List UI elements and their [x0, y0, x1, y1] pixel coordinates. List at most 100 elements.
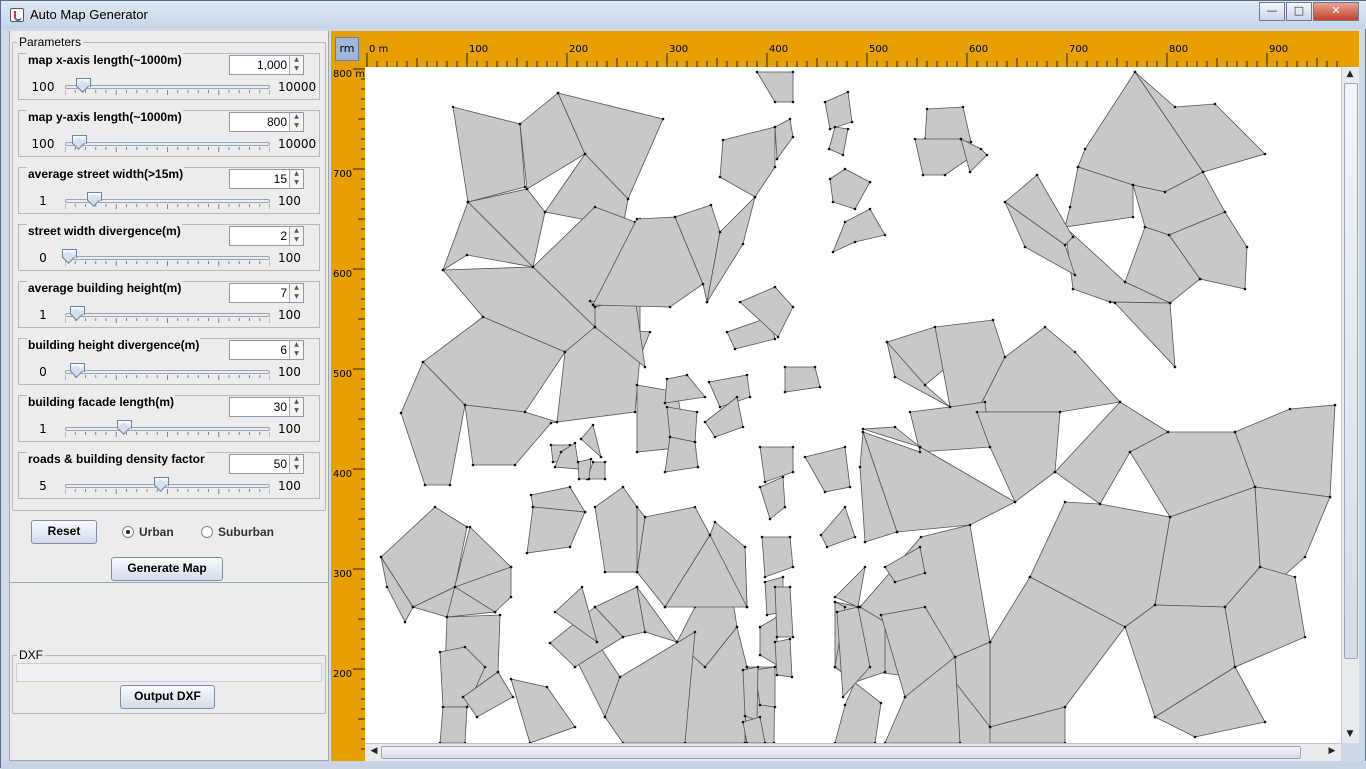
- spinner-value[interactable]: 15: [274, 172, 287, 186]
- spinner-down-icon[interactable]: ▼: [289, 122, 303, 131]
- spinner-down-icon[interactable]: ▼: [289, 236, 303, 245]
- spinner-up-icon[interactable]: ▲: [289, 56, 303, 65]
- building-vertex: [568, 545, 572, 549]
- spinner-value[interactable]: 6: [280, 343, 287, 357]
- maximize-button[interactable]: □: [1286, 2, 1312, 21]
- scroll-right-arrow[interactable]: ▶: [1325, 746, 1339, 756]
- slider-thumb[interactable]: [154, 477, 169, 491]
- suburban-radio[interactable]: [201, 526, 213, 538]
- building-vertex: [741, 425, 745, 429]
- building-vertex: [791, 135, 795, 139]
- ruler-unit-toggle[interactable]: rm: [335, 37, 359, 61]
- building-vertex: [465, 525, 469, 529]
- parameter-spinner[interactable]: 2 ▲ ▼: [229, 226, 304, 246]
- scroll-down-arrow[interactable]: ▼: [1343, 729, 1357, 739]
- spinner-value[interactable]: 1,000: [257, 58, 287, 72]
- scroll-left-arrow[interactable]: ◀: [367, 746, 381, 756]
- slider-thumb[interactable]: [76, 78, 91, 92]
- building-vertex: [827, 147, 831, 151]
- spinner-value[interactable]: 30: [274, 400, 287, 414]
- building-vertex: [663, 401, 667, 405]
- slider-track[interactable]: [65, 427, 270, 431]
- close-button[interactable]: ✕: [1313, 2, 1359, 21]
- slider-track[interactable]: [65, 256, 270, 260]
- parameter-spinner[interactable]: 50 ▲ ▼: [229, 454, 304, 474]
- spinner-value[interactable]: 50: [274, 457, 287, 471]
- map-canvas[interactable]: [365, 67, 1341, 743]
- slider-thumb[interactable]: [70, 363, 85, 377]
- building-vertex: [593, 205, 597, 209]
- vertical-scrollbar[interactable]: ▲ ▼: [1341, 67, 1359, 743]
- spinner-down-icon[interactable]: ▼: [289, 407, 303, 416]
- building-vertex: [525, 187, 529, 191]
- building-vertex: [1223, 605, 1227, 609]
- parameter-spinner[interactable]: 7 ▲ ▼: [229, 283, 304, 303]
- building-vertex: [846, 90, 850, 94]
- parameter-spinner[interactable]: 800 ▲ ▼: [229, 112, 304, 132]
- urban-radio[interactable]: [122, 526, 134, 538]
- slider-thumb[interactable]: [87, 192, 102, 206]
- building-vertex: [509, 565, 513, 569]
- horizontal-scrollbar[interactable]: ◀ ▶: [365, 743, 1341, 761]
- building-vertex: [823, 490, 827, 494]
- spinner-up-icon[interactable]: ▲: [289, 398, 303, 407]
- scroll-up-arrow[interactable]: ▲: [1343, 69, 1357, 79]
- spinner-up-icon[interactable]: ▲: [289, 227, 303, 236]
- building-vertex: [1073, 350, 1077, 354]
- building-vertex: [1131, 215, 1135, 219]
- slider-thumb[interactable]: [70, 306, 85, 320]
- generate-map-button[interactable]: Generate Map: [111, 557, 223, 581]
- building-polygon: [824, 91, 853, 130]
- spinner-value[interactable]: 2: [280, 229, 287, 243]
- suburban-label[interactable]: Suburban: [218, 525, 274, 539]
- spinner-up-icon[interactable]: ▲: [289, 170, 303, 179]
- parameter-row: building height divergence(m) 6 ▲ ▼ 0 10…: [18, 338, 320, 385]
- building-vertex: [463, 403, 467, 407]
- building-vertex: [983, 400, 987, 404]
- spinner-down-icon[interactable]: ▼: [289, 179, 303, 188]
- building-vertex: [969, 140, 973, 144]
- slider-track[interactable]: [65, 85, 270, 89]
- slider-thumb[interactable]: [117, 420, 132, 434]
- vertical-scroll-thumb[interactable]: [1344, 83, 1358, 659]
- building-vertex: [1198, 277, 1202, 281]
- parameter-spinner[interactable]: 6 ▲ ▼: [229, 340, 304, 360]
- building-polygon: [452, 106, 526, 203]
- spinner-up-icon[interactable]: ▲: [289, 284, 303, 293]
- building-vertex: [741, 720, 745, 724]
- building-vertex: [803, 455, 807, 459]
- spinner-value[interactable]: 800: [267, 115, 287, 129]
- building-vertex: [496, 670, 500, 674]
- building-vertex: [923, 383, 927, 387]
- urban-label[interactable]: Urban: [139, 525, 174, 539]
- building-vertex: [773, 337, 777, 341]
- building-vertex: [695, 410, 699, 414]
- spinner-up-icon[interactable]: ▲: [289, 113, 303, 122]
- building-vertex: [861, 430, 865, 434]
- slider-thumb[interactable]: [62, 249, 77, 263]
- spinner-value[interactable]: 7: [280, 286, 287, 300]
- slider-track[interactable]: [65, 313, 270, 317]
- parameter-spinner[interactable]: 15 ▲ ▼: [229, 169, 304, 189]
- spinner-up-icon[interactable]: ▲: [289, 455, 303, 464]
- spinner-down-icon[interactable]: ▼: [289, 464, 303, 473]
- parameter-spinner[interactable]: 1,000 ▲ ▼: [229, 55, 304, 75]
- spinner-down-icon[interactable]: ▼: [289, 350, 303, 359]
- output-dxf-button[interactable]: Output DXF: [120, 685, 215, 709]
- building-vertex: [895, 530, 899, 534]
- horizontal-scroll-thumb[interactable]: [381, 746, 1301, 759]
- building-vertex: [988, 640, 992, 644]
- minimize-button[interactable]: —: [1259, 2, 1285, 21]
- spinner-down-icon[interactable]: ▼: [289, 65, 303, 74]
- parameter-spinner[interactable]: 30 ▲ ▼: [229, 397, 304, 417]
- spinner-down-icon[interactable]: ▼: [289, 293, 303, 302]
- slider-track[interactable]: [65, 370, 270, 374]
- reset-button[interactable]: Reset: [31, 520, 97, 544]
- parameter-label: building facade length(m): [27, 395, 175, 409]
- slider-track[interactable]: [65, 142, 270, 146]
- building-vertex: [775, 157, 779, 161]
- spinner-up-icon[interactable]: ▲: [289, 341, 303, 350]
- building-vertex: [403, 620, 407, 624]
- slider-thumb[interactable]: [72, 135, 87, 149]
- building-vertex: [831, 200, 835, 204]
